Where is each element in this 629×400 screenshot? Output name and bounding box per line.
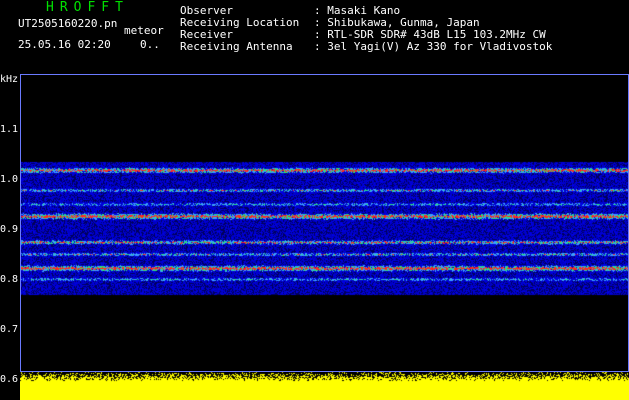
info-antenna-value: : 3el Yagi(V) Az 330 for Vladivostok (314, 40, 553, 53)
app-title: HROFFT (46, 0, 129, 15)
info-antenna-label: Receiving Antenna (180, 40, 293, 53)
waterfall-spectrogram (20, 74, 629, 400)
freq-tick-label: 0.9 (0, 224, 19, 235)
freq-tick-label: 0.8 (0, 274, 19, 285)
freq-tick-label: 0.6 (0, 374, 19, 385)
freq-tick-label: 1.1 (0, 124, 19, 135)
detection-count: 0.. (140, 38, 160, 51)
frequency-unit-label: kHz (0, 74, 19, 85)
mode-label: meteor (124, 24, 164, 37)
freq-tick-label: 0.7 (0, 324, 19, 335)
file-name: UT2505160220.pn (18, 17, 118, 30)
date-time: 25.05.16 02:20 (18, 38, 111, 51)
freq-tick-label: 1.0 (0, 174, 19, 185)
